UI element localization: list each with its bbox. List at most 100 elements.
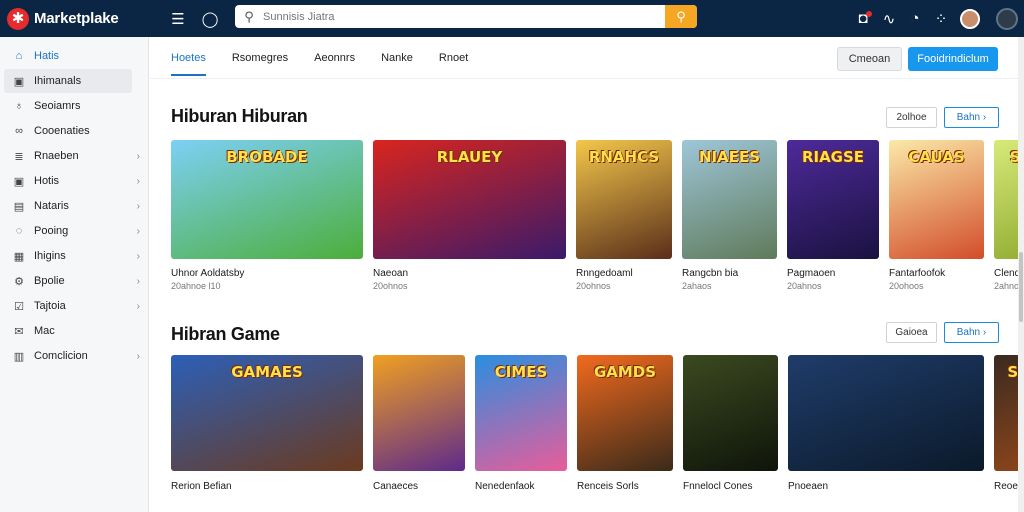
card-thumbnail[interactable]: GAMAES [171,355,363,471]
card-title: Rerion Befian [171,481,232,492]
content-card[interactable]: RLAUEY Naeoan 20ohnos [373,140,566,293]
location-icon[interactable]: ◔ [902,6,928,32]
card-thumbnail[interactable] [373,355,465,471]
content-card[interactable]: RNAHCS Rnngedoaml 20ohnos [576,140,672,293]
check-icon: ☑ [14,300,24,313]
user-avatar[interactable] [960,8,980,29]
card-subtitle: 20ohnos [576,281,611,291]
top-bar-actions: ◘ ∿ ◔ ⁘ [850,0,1024,37]
section-next-label: Bahn [956,112,981,123]
section-filter-button[interactable]: 2olhoe [886,107,937,128]
sidebar-item[interactable]: ▣ Hotis › [4,169,140,193]
thumbnail-title-art: CIMES [494,363,548,381]
content-card[interactable]: Canaeces [373,355,465,506]
scrollbar[interactable] [1018,37,1024,512]
doc-icon: ▥ [13,350,25,363]
sidebar-item-label: Cooenaties [34,125,90,137]
card-thumbnail[interactable]: RNAHCS [576,140,672,259]
sidebar-item-label: Ihimanals [34,75,82,87]
sidebar-item[interactable]: ▤ Nataris › [4,194,140,218]
section-filter-button[interactable]: Gaioea [886,322,937,343]
search-input[interactable] [263,5,665,28]
sidebar-item-label: Hatis [34,50,60,62]
sidebar-item[interactable]: ▦ Ihigins › [4,244,140,268]
card-thumbnail[interactable]: RIAGSE [787,140,879,259]
card-thumbnail[interactable]: RLAUEY [373,140,566,259]
sidebar-item[interactable]: ⌂ Hatis [4,44,132,68]
chat-bubble-icon[interactable]: ◯ [197,6,223,32]
sidebar-item-label: Hotis [34,175,60,187]
notifications-button[interactable]: ◘ [850,6,876,32]
card-title: Rangcbn bia [682,268,739,279]
content-card[interactable]: CIMES Nenedenfaok [475,355,567,506]
notification-dot [866,10,872,17]
sidebar-item[interactable]: ≣ Rnaeben › [4,144,140,168]
sidebar-item[interactable]: ☑ Tajtoia › [4,294,140,318]
sidebar-item[interactable]: ◌ Pooing › [4,219,140,243]
thumbnail-title-art: GAMAES [231,363,303,381]
sidebar-item[interactable]: ⚙ Bpolie › [4,269,140,293]
square-icon: ▣ [13,175,25,188]
card-row: BROBADE Uhnor Aoldatsby 20ahnoe l10 RLAUEY N… [171,140,1024,305]
tab[interactable]: Hoetes [171,49,206,76]
content-card[interactable]: GAMAES Rerion Befian [171,355,363,506]
sidebar-item[interactable]: ∞ Cooenaties [4,119,132,143]
content-card[interactable]: NIAEES Rangcbn bia 2ahaos [682,140,777,293]
tab[interactable]: Nanke [381,49,413,76]
card-title: Fantarfoofok [889,268,946,279]
sidebar-item-label: Nataris [34,200,69,212]
card-row: GAMAES Rerion Befian Canaeces CIMES Nenedenf… [171,355,1024,512]
content-card[interactable]: Pnoeaen [788,355,984,506]
content-card[interactable]: RIAGSE Pagmaoen 20ahnos [787,140,879,293]
tab[interactable]: Aeonnrs [314,49,355,76]
profile-avatar[interactable] [996,7,1018,30]
menu-icon[interactable]: ☰ [165,6,191,32]
apps-grid-icon[interactable]: ⁘ [928,6,954,32]
thumbnail-title-art: RIAGSE [801,148,865,166]
activity-icon[interactable]: ∿ [876,6,902,32]
sidebar-item[interactable]: ✉ Mac [4,319,132,343]
top-bar: ✱ Marketplake ☰ ◯ ⚲ ⚲ ◘ ∿ ◔ ⁘ [0,0,1024,37]
card-subtitle: 20ahnos [787,281,822,291]
thumbnail-title-art: GAMDS [593,363,657,381]
card-thumbnail[interactable]: BROBADE [171,140,363,259]
section-next-button[interactable]: Bahn › [944,107,999,128]
list-icon: ≣ [14,150,24,163]
section-title: Hibran Game [171,324,280,344]
content-card[interactable]: BROBADE Uhnor Aoldatsby 20ahnoe l10 [171,140,363,293]
card-title: Fnnelocl Cones [683,481,753,492]
thumbnail-title-art: RLAUEY [436,148,503,166]
sidebar-item[interactable]: ▣ Ihimanals [4,69,132,93]
thumbnail-title-art: BROBADE [226,148,308,166]
card-thumbnail[interactable]: NIAEES [682,140,777,259]
sidebar-item[interactable]: ▥ Comclicion › [4,344,140,368]
sidebar-item-label: Seoiamrs [34,100,81,112]
card-thumbnail[interactable]: GAMDS [577,355,673,471]
card-thumbnail[interactable]: CIMES [475,355,567,471]
card-thumbnail[interactable] [788,355,984,471]
logo[interactable]: ✱ Marketplake [7,7,157,30]
tab[interactable]: Rsomegres [232,49,288,76]
card-subtitle: 20ohoos [889,281,924,291]
scrollbar-thumb[interactable] [1019,252,1023,322]
tab[interactable]: Rnoet [439,49,468,76]
chevron-right-icon: › [136,250,140,262]
mail-icon: ✉ [14,325,24,338]
card-title: Pnoeaen [788,481,829,492]
gear-icon: ⚙ [14,275,24,288]
secondary-action-button[interactable]: Cmeoan [837,47,902,71]
content-card[interactable]: Fnnelocl Cones [683,355,778,506]
content-card[interactable]: GAMDS Renceis Sorls [577,355,673,506]
content-card[interactable]: CAUAS Fantarfoofok 20ohoos [889,140,984,293]
card-thumbnail[interactable] [683,355,778,471]
tab-bar: Hoetes Rsomegres Aeonnrs Nanke Rnoet [171,49,494,76]
thumbnail-title-art: CAUAS [908,148,965,166]
card-thumbnail[interactable]: CAUAS [889,140,984,259]
sidebar-item[interactable]: ♁ Seoiamrs [4,94,132,118]
primary-action-button[interactable]: Fooidrindiclum [908,47,998,71]
chevron-right-icon: › [136,225,140,237]
search-button[interactable]: ⚲ [665,5,697,28]
tab-divider [150,78,1024,79]
card-title: Pagmaoen [787,268,836,279]
section-next-button[interactable]: Bahn › [944,322,999,343]
